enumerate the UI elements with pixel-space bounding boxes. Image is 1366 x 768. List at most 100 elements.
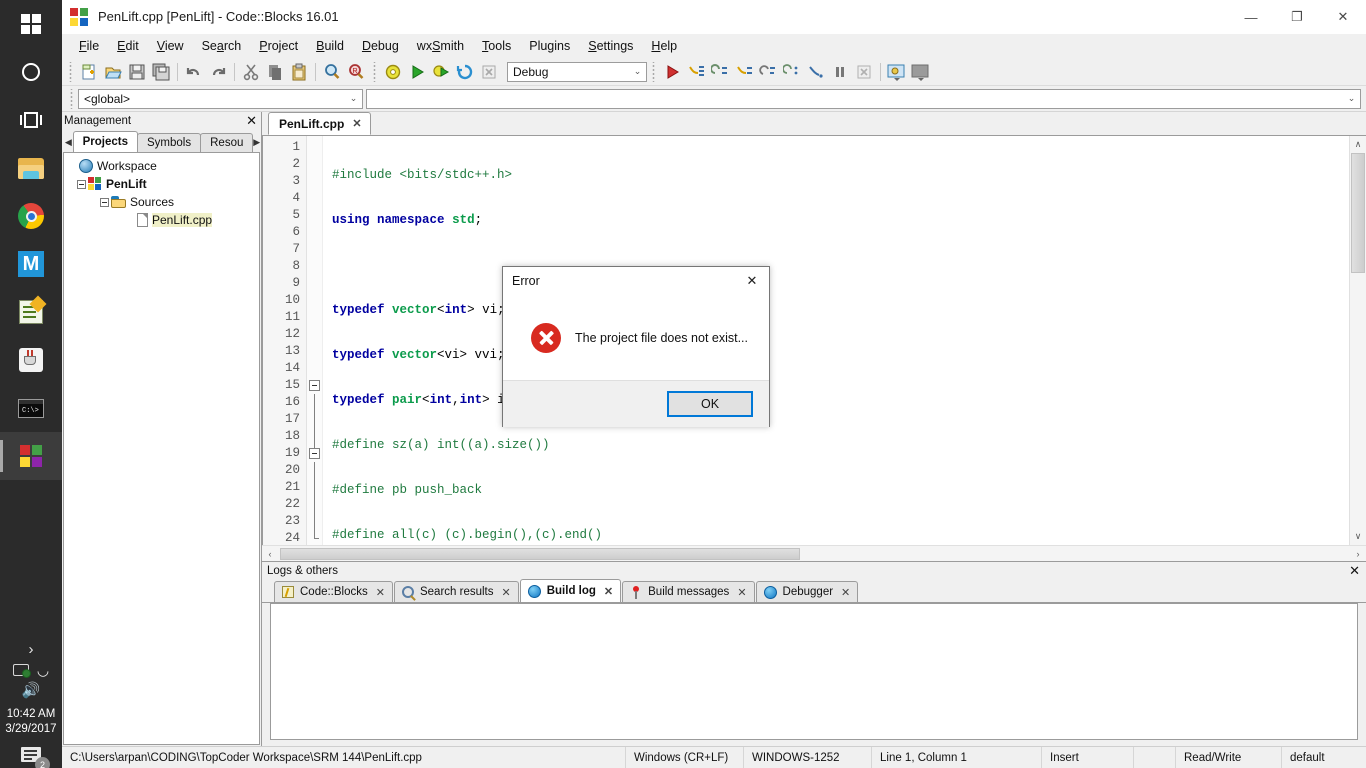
rebuild-icon[interactable] xyxy=(454,61,476,83)
menu-settings[interactable]: Settings xyxy=(579,36,642,56)
taskbar-file-explorer[interactable] xyxy=(0,144,62,192)
debug-continue-icon[interactable] xyxy=(661,61,683,83)
start-button[interactable] xyxy=(0,0,62,48)
scroll-track[interactable] xyxy=(1350,273,1366,528)
close-icon[interactable]: ✕ xyxy=(502,586,511,599)
fold-minus-icon[interactable] xyxy=(309,380,320,391)
scroll-down-icon[interactable]: ∨ xyxy=(1350,528,1366,545)
log-tab-codeblocks[interactable]: Code::Blocks ✕ xyxy=(274,581,393,602)
project-screen-icon[interactable] xyxy=(12,664,31,678)
paste-icon[interactable] xyxy=(288,61,310,83)
fold-toggle-method[interactable] xyxy=(307,445,322,462)
editor-tab-penlift-cpp[interactable]: PenLift.cpp ✕ xyxy=(268,112,371,135)
build-and-run-icon[interactable] xyxy=(430,61,452,83)
build-target-selector[interactable]: Debug ⌄ xyxy=(507,61,647,82)
logs-close-icon[interactable]: ✕ xyxy=(1349,563,1360,579)
collapse-expander-icon[interactable] xyxy=(100,197,109,207)
taskbar-command-prompt[interactable]: C:\> xyxy=(0,384,62,432)
new-file-icon[interactable] xyxy=(78,61,100,83)
function-selector[interactable]: ⌄ xyxy=(366,88,1361,109)
menu-build[interactable]: Build xyxy=(307,36,353,56)
close-icon[interactable]: ✕ xyxy=(352,117,361,130)
speaker-icon[interactable]: 🔊 xyxy=(22,683,41,698)
next-line-icon[interactable] xyxy=(709,61,731,83)
toolbar-grip[interactable] xyxy=(67,61,74,82)
stop-debugger-icon[interactable] xyxy=(853,61,875,83)
minimize-button[interactable]: — xyxy=(1228,0,1274,34)
log-tab-debugger[interactable]: Debugger ✕ xyxy=(755,581,859,602)
step-out-icon[interactable] xyxy=(733,61,755,83)
abort-icon[interactable] xyxy=(478,61,500,83)
log-output[interactable] xyxy=(270,603,1358,740)
run-icon[interactable] xyxy=(406,61,428,83)
scroll-up-icon[interactable]: ∧ xyxy=(1350,136,1366,153)
log-tab-build-messages[interactable]: Build messages ✕ xyxy=(622,581,755,602)
fold-toggle-class[interactable] xyxy=(307,377,322,394)
next-instruction-icon[interactable] xyxy=(781,61,803,83)
menu-project[interactable]: Project xyxy=(250,36,307,56)
tray-expand-chevron[interactable]: › xyxy=(0,635,62,660)
scroll-left-icon[interactable]: ‹ xyxy=(262,546,278,561)
code-editor[interactable]: 1 2 3 4 5 6 7 8 9 10 11 12 13 14 15 16 1… xyxy=(263,136,1349,545)
cortana-search-button[interactable] xyxy=(0,48,62,96)
menu-tools[interactable]: Tools xyxy=(473,36,520,56)
tab-symbols[interactable]: Symbols xyxy=(137,133,202,152)
management-close-icon[interactable]: ✕ xyxy=(246,113,257,129)
dialog-ok-button[interactable]: OK xyxy=(667,391,753,417)
tree-item-workspace[interactable]: Workspace xyxy=(66,157,257,175)
project-tree[interactable]: Workspace PenLift Sources PenLift.cpp xyxy=(63,152,260,745)
hscroll-thumb[interactable] xyxy=(280,547,800,560)
find-icon[interactable] xyxy=(321,61,343,83)
tree-item-penlift-cpp[interactable]: PenLift.cpp xyxy=(66,211,257,229)
close-icon[interactable]: ✕ xyxy=(737,586,746,599)
collapse-expander-icon[interactable] xyxy=(77,179,86,189)
run-to-cursor-icon[interactable] xyxy=(805,61,827,83)
save-icon[interactable] xyxy=(126,61,148,83)
editor-horizontal-scrollbar[interactable]: ‹ › xyxy=(262,545,1366,561)
open-file-icon[interactable] xyxy=(102,61,124,83)
save-all-icon[interactable] xyxy=(150,61,172,83)
step-instruction-icon[interactable] xyxy=(757,61,779,83)
fold-minus-icon[interactable] xyxy=(309,448,320,459)
redo-icon[interactable] xyxy=(207,61,229,83)
log-tab-build-log[interactable]: Build log ✕ xyxy=(519,579,622,602)
menu-file[interactable]: File xyxy=(70,36,108,56)
tab-scroll-left-icon[interactable]: ◀ xyxy=(64,133,73,152)
wifi-icon[interactable]: ◡ xyxy=(37,663,49,677)
build-icon[interactable] xyxy=(382,61,404,83)
close-button[interactable]: ✕ xyxy=(1320,0,1366,34)
taskbar-clock[interactable]: 10:42 AM 3/29/2017 xyxy=(0,701,62,747)
menu-help[interactable]: Help xyxy=(642,36,686,56)
tree-item-penlift[interactable]: PenLift xyxy=(66,175,257,193)
step-into-icon[interactable] xyxy=(685,61,707,83)
taskbar-chrome[interactable] xyxy=(0,192,62,240)
tab-resources[interactable]: Resou xyxy=(200,133,254,152)
menu-wxsmith[interactable]: wxSmith xyxy=(408,36,473,56)
tree-item-sources[interactable]: Sources xyxy=(66,193,257,211)
toolbar-grip[interactable] xyxy=(371,61,378,82)
code-text[interactable]: #include <bits/stdc++.h> using namespace… xyxy=(323,136,1349,545)
close-icon[interactable]: ✕ xyxy=(376,586,385,599)
taskbar-codeblocks[interactable] xyxy=(0,432,62,480)
fold-margin[interactable] xyxy=(307,136,323,545)
maximize-button[interactable]: ❐ xyxy=(1274,0,1320,34)
task-view-button[interactable] xyxy=(0,96,62,144)
scroll-right-icon[interactable]: › xyxy=(1350,546,1366,561)
debugging-windows-icon[interactable] xyxy=(886,61,908,83)
notification-center-button[interactable]: 2 xyxy=(0,747,62,768)
log-tab-search-results[interactable]: Search results ✕ xyxy=(393,581,519,602)
menu-view[interactable]: View xyxy=(148,36,193,56)
dialog-close-icon[interactable]: ✕ xyxy=(737,268,767,294)
undo-icon[interactable] xyxy=(183,61,205,83)
replace-icon[interactable]: R xyxy=(345,61,367,83)
break-debugger-icon[interactable] xyxy=(829,61,851,83)
menu-debug[interactable]: Debug xyxy=(353,36,408,56)
taskbar-java[interactable] xyxy=(0,336,62,384)
scope-selector[interactable]: <global> ⌄ xyxy=(78,88,363,109)
cut-icon[interactable] xyxy=(240,61,262,83)
toolbar-grip[interactable] xyxy=(650,61,657,82)
tab-projects[interactable]: Projects xyxy=(72,131,139,152)
close-icon[interactable]: ✕ xyxy=(841,586,850,599)
various-info-icon[interactable] xyxy=(910,61,932,83)
tab-scroll-right-icon[interactable]: ▶ xyxy=(252,133,261,152)
